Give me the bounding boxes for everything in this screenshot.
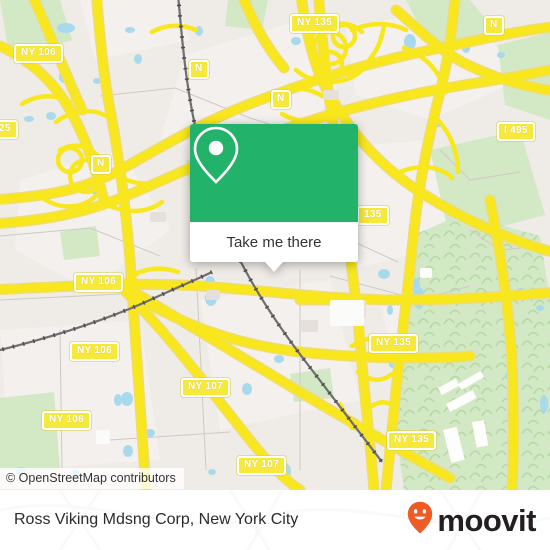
take-me-there-label[interactable]: Take me there xyxy=(190,222,358,262)
map-canvas[interactable]: NY 135 N NY 106 N N I 495 25 N 135 NY 10… xyxy=(0,0,550,490)
route-shield-ny106-mid2[interactable]: NY 106 xyxy=(70,342,119,361)
place-title: Ross Viking Mdsng Corp, New York City xyxy=(14,511,299,528)
junction-shield-n-4[interactable]: N xyxy=(91,155,111,174)
junction-shield-n-2[interactable]: N xyxy=(189,60,209,79)
route-shield-ny107-mid[interactable]: NY 107 xyxy=(181,378,230,397)
route-shield-135-mid[interactable]: 135 xyxy=(357,206,389,225)
route-shield-ny135-mid[interactable]: NY 135 xyxy=(369,334,418,353)
route-shield-i495[interactable]: I 495 xyxy=(497,122,535,141)
osm-attribution[interactable]: © OpenStreetMap contributors xyxy=(0,468,184,489)
route-shield-25[interactable]: 25 xyxy=(0,120,18,139)
moovit-brand[interactable]: moovit xyxy=(407,490,536,550)
route-shield-ny106-low[interactable]: NY 106 xyxy=(42,411,91,430)
footer-bar: Ross Viking Mdsng Corp, New York City mo… xyxy=(0,490,550,550)
route-shield-ny135-north[interactable]: NY 135 xyxy=(290,14,339,33)
popup-image-header xyxy=(190,124,358,222)
junction-shield-n-1[interactable]: N xyxy=(484,16,504,35)
map-page: NY 135 N NY 106 N N I 495 25 N 135 NY 10… xyxy=(0,0,550,550)
route-shield-ny135-low[interactable]: NY 135 xyxy=(387,431,436,450)
popup-pointer-tail xyxy=(265,262,283,272)
route-shield-ny106-mid[interactable]: NY 106 xyxy=(74,273,123,292)
route-shield-ny107-low[interactable]: NY 107 xyxy=(237,456,286,475)
popup-body: Take me there xyxy=(190,124,358,262)
moovit-wordmark: moovit xyxy=(437,502,536,538)
place-popup-card[interactable]: Take me there xyxy=(190,124,358,272)
route-shield-ny106-top[interactable]: NY 106 xyxy=(14,44,63,63)
moovit-smiley-pin-icon xyxy=(407,501,433,539)
junction-shield-n-3[interactable]: N xyxy=(271,90,291,109)
